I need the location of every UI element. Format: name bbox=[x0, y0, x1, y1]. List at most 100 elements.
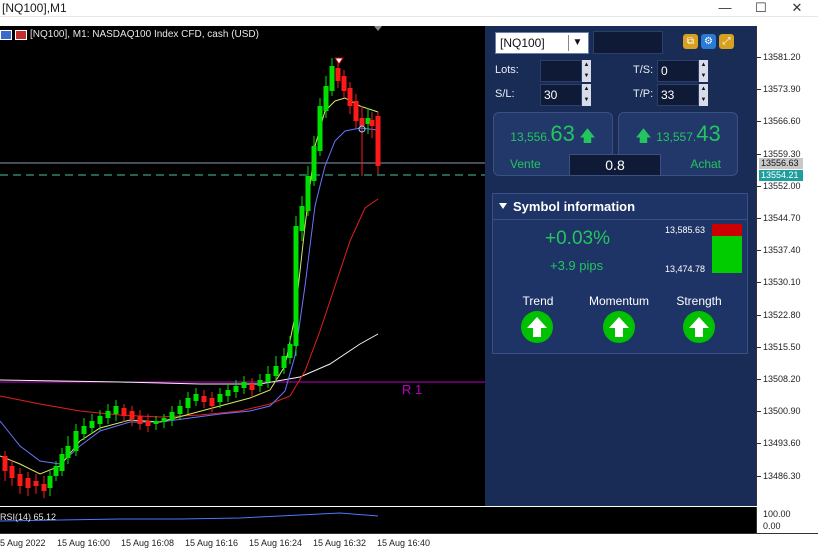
time-label: 15 Aug 16:32 bbox=[313, 538, 367, 548]
candle-body bbox=[347, 88, 353, 106]
window-titlebar: [NQ100],M1 — ☐ ✕ bbox=[0, 0, 818, 17]
candle-body bbox=[41, 484, 47, 491]
price-tick-label: 13537.40 bbox=[757, 245, 801, 256]
time-axis[interactable]: 5 Aug 2022 15 Aug 16:00 15 Aug 16:08 15 … bbox=[0, 533, 818, 555]
high-value: 13,585.63 bbox=[665, 225, 706, 235]
rsi-indicator-pane[interactable] bbox=[0, 507, 756, 533]
candle-body bbox=[65, 446, 71, 458]
change-pips: +3.9 pips bbox=[550, 258, 604, 273]
price-tick-label: 13552.00 bbox=[757, 180, 801, 191]
lots-label: Lots: bbox=[495, 64, 519, 76]
symbol-value: [NQ100] bbox=[500, 36, 545, 50]
candlesticks bbox=[2, 58, 381, 498]
candle-body bbox=[177, 406, 183, 414]
rsi-label: RSI(14) 65.12 bbox=[0, 512, 57, 522]
range-bar-red bbox=[712, 224, 742, 236]
ts-input[interactable]: 0 bbox=[657, 60, 699, 82]
rsi-canvas bbox=[0, 512, 379, 522]
sl-label: S/L: bbox=[495, 88, 515, 100]
price-tick-label: 13566.60 bbox=[757, 116, 801, 127]
candle-body bbox=[233, 386, 239, 392]
strength-arrow-up-icon bbox=[683, 311, 715, 343]
candle-body bbox=[329, 66, 335, 91]
candle-body bbox=[2, 456, 8, 471]
time-label: 15 Aug 16:00 bbox=[57, 538, 111, 548]
price-tick-label: 13515.50 bbox=[757, 341, 801, 352]
candle-body bbox=[353, 101, 359, 121]
symbol-extra-field[interactable] bbox=[593, 31, 663, 54]
candle-body bbox=[193, 394, 199, 401]
candle-body bbox=[17, 474, 23, 486]
candle-body bbox=[293, 226, 299, 346]
candle-body bbox=[335, 68, 341, 81]
close-button[interactable]: ✕ bbox=[782, 0, 812, 16]
candle-body bbox=[145, 421, 151, 426]
candle-body bbox=[33, 481, 39, 486]
sl-input[interactable]: 30 bbox=[540, 84, 582, 106]
sell-price: 13,556.63 🡅 bbox=[510, 121, 596, 146]
price-scale[interactable]: 13581.20 13573.90 13566.60 13559.30 13552.00… bbox=[756, 26, 818, 506]
candle-body bbox=[299, 206, 305, 231]
candle-body bbox=[225, 390, 231, 396]
buy-label: Achat bbox=[690, 157, 721, 171]
candle-body bbox=[161, 418, 167, 422]
sl-stepper[interactable]: ▲ ▼ bbox=[582, 84, 591, 106]
candle-body bbox=[81, 426, 87, 434]
price-tick-label: 13508.20 bbox=[757, 374, 801, 384]
chevron-down-icon[interactable]: ▼ bbox=[568, 35, 586, 51]
candle-body bbox=[129, 411, 135, 419]
copy-icon[interactable]: ⧉ bbox=[683, 34, 698, 49]
chart-title-bar: [NQ100], M1: NASDAQ100 Index CFD, cash (… bbox=[0, 27, 259, 43]
candle-body bbox=[323, 86, 329, 111]
tp-stepper[interactable]: ▲ ▼ bbox=[699, 84, 708, 106]
ma-fast-line bbox=[0, 97, 379, 475]
lots-input[interactable] bbox=[540, 60, 582, 82]
candle-body bbox=[201, 396, 207, 402]
arrow-up-icon: 🡅 bbox=[579, 128, 596, 145]
candle-body bbox=[265, 374, 271, 382]
minimize-button[interactable]: — bbox=[710, 0, 740, 16]
tp-input[interactable]: 33 bbox=[657, 84, 699, 106]
candle-body bbox=[113, 406, 119, 414]
momentum-label: Momentum bbox=[588, 294, 650, 308]
expand-icon[interactable]: ⤢ bbox=[719, 34, 734, 49]
sell-label: Vente bbox=[510, 157, 541, 171]
ts-label: T/S: bbox=[633, 64, 654, 76]
time-label: 15 Aug 16:40 bbox=[377, 538, 431, 548]
time-label: 15 Aug 16:24 bbox=[249, 538, 303, 548]
candle-body bbox=[311, 146, 317, 181]
candle-body bbox=[305, 176, 311, 211]
r1-level-label: R 1 bbox=[402, 382, 422, 397]
price-tick-label: 13581.20 bbox=[757, 52, 801, 62]
symbol-info-title: Symbol information bbox=[513, 199, 636, 214]
buy-price: 🡅 13,557.43 bbox=[635, 121, 721, 146]
collapse-icon[interactable] bbox=[499, 203, 507, 209]
maximize-button[interactable]: ☐ bbox=[746, 0, 776, 16]
candle-body bbox=[121, 408, 127, 416]
tp-label: T/P: bbox=[633, 88, 654, 100]
strength-label: Strength bbox=[676, 294, 722, 308]
candle-body bbox=[53, 466, 59, 476]
chart-symbol-description: [NQ100], M1: NASDAQ100 Index CFD, cash (… bbox=[30, 29, 259, 40]
time-label: 15 Aug 16:16 bbox=[185, 538, 239, 548]
candle-body bbox=[341, 76, 347, 91]
candle-body bbox=[217, 394, 223, 402]
chart-type-icon bbox=[15, 30, 27, 40]
symbol-select[interactable]: [NQ100] ▼ bbox=[495, 32, 589, 54]
candle-body bbox=[257, 380, 263, 386]
symbol-info-header[interactable]: Symbol information bbox=[493, 194, 747, 220]
ma-white-line bbox=[0, 333, 379, 385]
candle-body bbox=[153, 421, 159, 424]
range-bar-green bbox=[712, 236, 742, 273]
candle-body bbox=[97, 416, 103, 424]
candle-body bbox=[241, 382, 247, 388]
ts-stepper[interactable]: ▲ ▼ bbox=[699, 60, 708, 82]
chart-shift-marker bbox=[374, 26, 382, 31]
candle-body bbox=[89, 421, 95, 428]
price-tick-label: 13522.80 bbox=[757, 309, 801, 320]
lots-stepper[interactable]: ▲ ▼ bbox=[582, 60, 591, 82]
gear-icon[interactable]: ⚙ bbox=[701, 34, 716, 49]
volume-input[interactable]: 0.8 bbox=[569, 154, 661, 176]
candle-body bbox=[169, 412, 175, 420]
sell-arrow-marker bbox=[334, 57, 344, 65]
